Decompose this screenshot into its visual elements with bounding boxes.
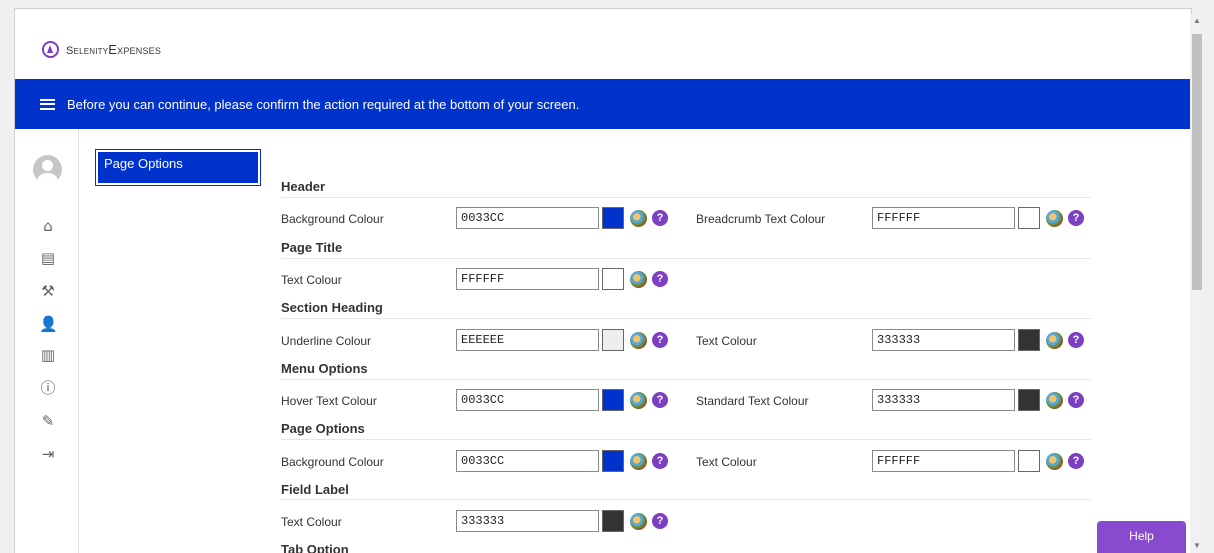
help-button[interactable]: Help [1097, 521, 1186, 553]
color-picker-icon[interactable] [1046, 332, 1063, 349]
color-picker-icon[interactable] [630, 392, 647, 409]
section-divider [281, 318, 1091, 319]
tools-icon[interactable]: ⚒ [39, 282, 57, 300]
section-heading-text-colour-input[interactable] [872, 329, 1015, 351]
sidebar: ⌂ ▤ ⚒ 👤 ▥ ⓘ ✎ ⇥ [15, 129, 79, 553]
logo: SelenityExpenses [42, 39, 161, 59]
hamburger-menu-icon[interactable] [40, 98, 55, 110]
section-title-page-options: Page Options [281, 421, 365, 436]
avatar[interactable] [33, 155, 62, 184]
logo-text: SelenityExpenses [66, 42, 161, 57]
help-icon[interactable]: ? [1068, 392, 1084, 408]
section-title-header: Header [281, 179, 326, 194]
color-picker-icon[interactable] [1046, 392, 1063, 409]
edit-icon[interactable]: ✎ [39, 412, 57, 430]
selenity-logo-icon [42, 40, 59, 58]
color-picker-icon[interactable] [630, 453, 647, 470]
banner-message: Before you can continue, please confirm … [67, 96, 580, 112]
section-title-menu-options: Menu Options [281, 361, 368, 376]
standard-text-colour-input[interactable] [872, 389, 1015, 411]
field-label-text-colour-swatch[interactable] [602, 510, 624, 532]
standard-text-colour-label: Standard Text Colour [696, 394, 809, 408]
logo-text-big: Expenses [108, 41, 162, 57]
page-title-text-colour-label: Text Colour [281, 273, 342, 287]
presentation-icon[interactable]: ▥ [39, 346, 57, 364]
color-picker-icon[interactable] [630, 513, 647, 530]
section-divider [281, 499, 1091, 500]
help-icon[interactable]: ? [1068, 453, 1084, 469]
header-background-colour-label: Background Colour [281, 212, 384, 226]
breadcrumb-text-colour-input[interactable] [872, 207, 1015, 229]
help-icon[interactable]: ? [652, 271, 668, 287]
section-title-page-title: Page Title [281, 240, 343, 255]
tab-page-options[interactable]: Page Options [95, 149, 261, 186]
color-picker-icon[interactable] [1046, 210, 1063, 227]
help-icon[interactable]: ? [652, 210, 668, 226]
section-divider [281, 258, 1091, 259]
section-divider [281, 439, 1091, 440]
page-options-background-colour-label: Background Colour [281, 455, 384, 469]
color-picker-icon[interactable] [630, 210, 647, 227]
section-divider [281, 197, 1091, 198]
info-icon[interactable]: ⓘ [39, 379, 57, 397]
breadcrumb-text-colour-label: Breadcrumb Text Colour [696, 212, 826, 226]
underline-colour-input[interactable] [456, 329, 599, 351]
header-background-colour-input[interactable] [456, 207, 599, 229]
section-divider [281, 379, 1091, 380]
app-window: SelenityExpenses Before you can continue… [14, 8, 1192, 553]
standard-text-colour-swatch[interactable] [1018, 389, 1040, 411]
user-icon[interactable]: 👤 [39, 315, 58, 333]
page-title-text-colour-swatch[interactable] [602, 268, 624, 290]
section-heading-text-colour-swatch[interactable] [1018, 329, 1040, 351]
section-heading-text-colour-label: Text Colour [696, 334, 757, 348]
section-title-field-label: Field Label [281, 482, 349, 497]
help-icon[interactable]: ? [652, 392, 668, 408]
page-options-text-colour-input[interactable] [872, 450, 1015, 472]
color-picker-icon[interactable] [630, 332, 647, 349]
page-options-text-colour-label: Text Colour [696, 455, 757, 469]
logout-icon[interactable]: ⇥ [39, 445, 57, 463]
hover-text-colour-label: Hover Text Colour [281, 394, 377, 408]
scroll-thumb[interactable] [1192, 34, 1202, 290]
breadcrumb-text-colour-swatch[interactable] [1018, 207, 1040, 229]
section-title-section-heading: Section Heading [281, 300, 383, 315]
scroll-up-arrow-icon[interactable]: ▲ [1190, 14, 1204, 28]
page-options-background-colour-swatch[interactable] [602, 450, 624, 472]
help-icon[interactable]: ? [652, 513, 668, 529]
color-picker-icon[interactable] [1046, 453, 1063, 470]
home-icon[interactable]: ⌂ [39, 217, 57, 235]
underline-colour-label: Underline Colour [281, 334, 372, 348]
page-options-background-colour-input[interactable] [456, 450, 599, 472]
section-title-tab-option: Tab Option [281, 542, 349, 553]
field-label-text-colour-label: Text Colour [281, 515, 342, 529]
underline-colour-swatch[interactable] [602, 329, 624, 351]
list-icon[interactable]: ▤ [39, 249, 57, 267]
help-icon[interactable]: ? [1068, 332, 1084, 348]
hover-text-colour-input[interactable] [456, 389, 599, 411]
help-icon[interactable]: ? [652, 453, 668, 469]
color-picker-icon[interactable] [630, 271, 647, 288]
vertical-scrollbar[interactable]: ▲ ▼ [1190, 14, 1204, 553]
notification-banner: Before you can continue, please confirm … [15, 79, 1191, 129]
hover-text-colour-swatch[interactable] [602, 389, 624, 411]
help-icon[interactable]: ? [652, 332, 668, 348]
page-options-text-colour-swatch[interactable] [1018, 450, 1040, 472]
field-label-text-colour-input[interactable] [456, 510, 599, 532]
header-background-colour-swatch[interactable] [602, 207, 624, 229]
page-title-text-colour-input[interactable] [456, 268, 599, 290]
scroll-down-arrow-icon[interactable]: ▼ [1190, 539, 1204, 553]
help-icon[interactable]: ? [1068, 210, 1084, 226]
logo-text-small: Selenity [66, 44, 109, 57]
